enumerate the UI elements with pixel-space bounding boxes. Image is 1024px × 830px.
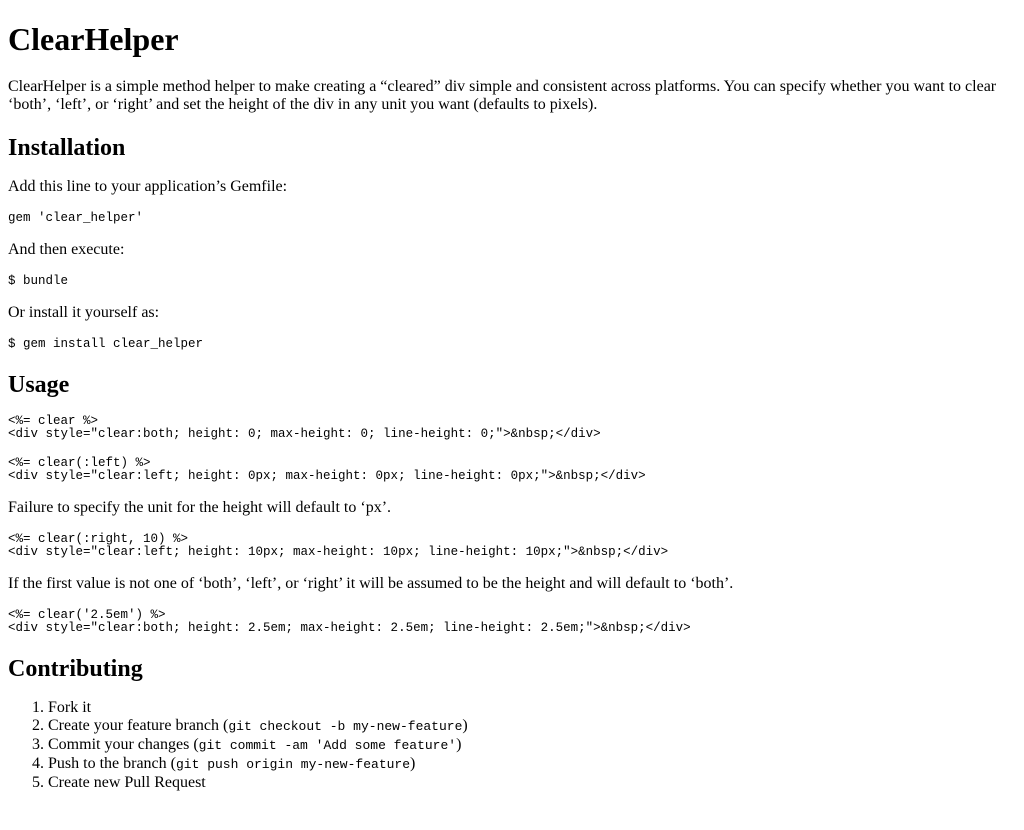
self-install-instruction: Or install it yourself as: bbox=[8, 304, 160, 321]
gemfile-instruction: Add this line to your application’s Gemf… bbox=[8, 178, 288, 195]
step-command: git checkout -b my-new-feature bbox=[228, 719, 463, 734]
usage-heading: Usage bbox=[8, 372, 70, 398]
step-command: git push origin my-new-feature bbox=[175, 757, 411, 772]
list-item: Push to the branch (git push origin my-n… bbox=[48, 755, 1016, 774]
execute-instruction: And then execute: bbox=[8, 241, 125, 258]
step-text: Create new Pull Request bbox=[48, 774, 206, 791]
list-item: Fork it bbox=[48, 699, 1016, 717]
gemfile-code-block: gem 'clear_helper' bbox=[8, 211, 144, 225]
step-text: Fork it bbox=[48, 699, 92, 716]
gem-install-code-block: $ gem install clear_helper bbox=[8, 337, 204, 351]
list-item: Create new Pull Request bbox=[48, 774, 1016, 792]
step-text-close: ) bbox=[410, 755, 416, 772]
list-item: Commit your changes (git commit -am 'Add… bbox=[48, 736, 1016, 755]
step-command: git commit -am 'Add some feature' bbox=[198, 738, 457, 753]
step-text: Create your feature branch ( bbox=[48, 717, 229, 734]
contributing-heading: Contributing bbox=[8, 656, 143, 682]
usage-example-clear: <%= clear %> <div style="clear:both; hei… bbox=[8, 414, 601, 441]
step-text-close: ) bbox=[462, 717, 468, 734]
intro-paragraph: ClearHelper is a simple method helper to… bbox=[8, 78, 997, 113]
step-text: Commit your changes ( bbox=[48, 736, 199, 753]
list-item: Create your feature branch (git checkout… bbox=[48, 717, 1016, 736]
usage-note-unit: Failure to specify the unit for the heig… bbox=[8, 499, 392, 516]
bundle-code-block: $ bundle bbox=[8, 274, 69, 288]
usage-example-clear-right: <%= clear(:right, 10) %> <div style="cle… bbox=[8, 532, 669, 559]
step-text: Push to the branch ( bbox=[48, 755, 176, 772]
usage-example-clear-left: <%= clear(:left) %> <div style="clear:le… bbox=[8, 456, 646, 483]
usage-example-clear-em: <%= clear('2.5em') %> <div style="clear:… bbox=[8, 608, 691, 635]
contributing-steps-list: Fork it Create your feature branch (git … bbox=[8, 699, 1016, 792]
readme-document: ClearHelper ClearHelper is a simple meth… bbox=[0, 21, 1024, 792]
usage-note-first-value: If the first value is not one of ‘both’,… bbox=[8, 575, 734, 592]
step-text-close: ) bbox=[456, 736, 462, 753]
page-title: ClearHelper bbox=[8, 21, 179, 57]
installation-heading: Installation bbox=[8, 135, 126, 161]
